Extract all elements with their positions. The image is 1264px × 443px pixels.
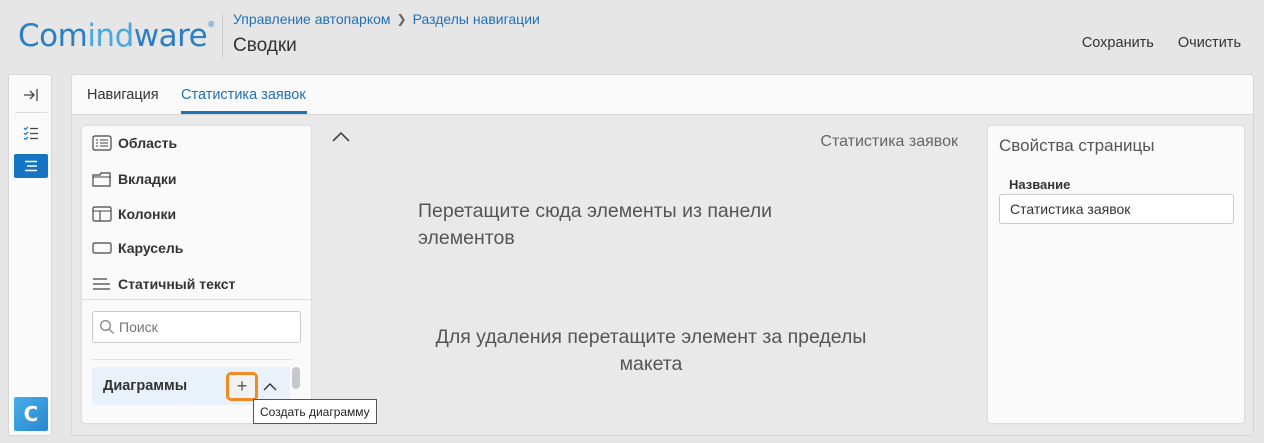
logo-registered-mark: ® xyxy=(207,20,215,29)
list-divider xyxy=(92,359,292,360)
main-panel: Навигация Статистика заявок Область Вкла… xyxy=(71,74,1254,436)
static-text-icon xyxy=(93,278,110,290)
chevron-right-icon: ❯ xyxy=(396,12,407,26)
plus-icon: + xyxy=(236,376,248,396)
element-static-text[interactable]: Статичный текст xyxy=(92,274,235,294)
breadcrumb: Управление автопарком ❯ Разделы навигаци… xyxy=(233,11,540,27)
area-icon xyxy=(92,135,112,151)
element-tabs-label: Вкладки xyxy=(118,171,177,187)
search-input[interactable] xyxy=(119,319,289,335)
search-box xyxy=(92,311,301,343)
category-diagrams-label: Диаграммы xyxy=(103,378,188,394)
element-carousel-label: Карусель xyxy=(118,240,184,256)
checklist-icon[interactable] xyxy=(14,121,48,145)
search-icon xyxy=(100,320,114,334)
tab-navigation[interactable]: Навигация xyxy=(87,87,159,103)
rail-divider xyxy=(15,112,47,113)
element-carousel[interactable]: Карусель xyxy=(92,238,183,258)
comindware-logo: Comindware® xyxy=(18,18,215,54)
left-rail: C xyxy=(8,74,52,436)
create-diagram-tooltip: Создать диаграмму xyxy=(253,399,377,424)
collapse-arrow-icon[interactable] xyxy=(14,83,48,107)
drop-hint: Перетащите сюда элементы из панели элеме… xyxy=(418,200,772,249)
element-static-text-label: Статичный текст xyxy=(118,276,236,292)
logo-text-part2: ind xyxy=(87,18,134,54)
element-tabs[interactable]: Вкладки xyxy=(92,169,176,189)
header-divider xyxy=(222,14,223,58)
breadcrumb-link-fleet[interactable]: Управление автопарком xyxy=(233,11,391,27)
tabs-icon xyxy=(92,172,111,187)
columns-icon xyxy=(92,206,112,222)
create-diagram-button[interactable]: + xyxy=(226,372,258,401)
active-tab-indicator xyxy=(181,111,307,114)
page-properties-panel: Свойства страницы Название xyxy=(988,126,1244,423)
element-columns-label: Колонки xyxy=(118,206,177,222)
page-title: Сводки xyxy=(233,35,297,56)
elements-divider xyxy=(82,299,311,300)
comindware-app-icon[interactable]: C xyxy=(14,397,48,431)
canvas-collapse-chevron-icon[interactable] xyxy=(331,130,351,148)
canvas-title: Статистика заявок xyxy=(820,133,958,150)
name-input[interactable] xyxy=(999,194,1234,224)
tab-bar: Навигация Статистика заявок xyxy=(72,75,1253,115)
logo-text-part1: Com xyxy=(18,18,88,54)
element-columns[interactable]: Колонки xyxy=(92,204,176,224)
element-area-label: Область xyxy=(118,135,178,151)
delete-hint: Для удаления перетащите элемент за преде… xyxy=(435,326,867,375)
name-label: Название xyxy=(1009,177,1071,192)
properties-title: Свойства страницы xyxy=(999,136,1155,155)
header-actions: Сохранить Очистить xyxy=(1082,35,1241,51)
list-icon[interactable] xyxy=(14,154,48,178)
save-button[interactable]: Сохранить xyxy=(1082,35,1154,51)
clear-button[interactable]: Очистить xyxy=(1178,35,1241,51)
breadcrumb-link-nav-sections[interactable]: Разделы навигации xyxy=(413,11,540,27)
element-area[interactable]: Область xyxy=(92,133,177,153)
logo-text-part3: ware xyxy=(133,18,208,54)
elements-panel: Область Вкладки Колонки Карусель Статичн… xyxy=(82,126,311,423)
carousel-icon xyxy=(92,242,112,254)
chevron-up-icon[interactable] xyxy=(260,376,280,396)
tab-request-statistics[interactable]: Статистика заявок xyxy=(181,87,306,103)
scrollbar-thumb[interactable] xyxy=(292,367,300,389)
